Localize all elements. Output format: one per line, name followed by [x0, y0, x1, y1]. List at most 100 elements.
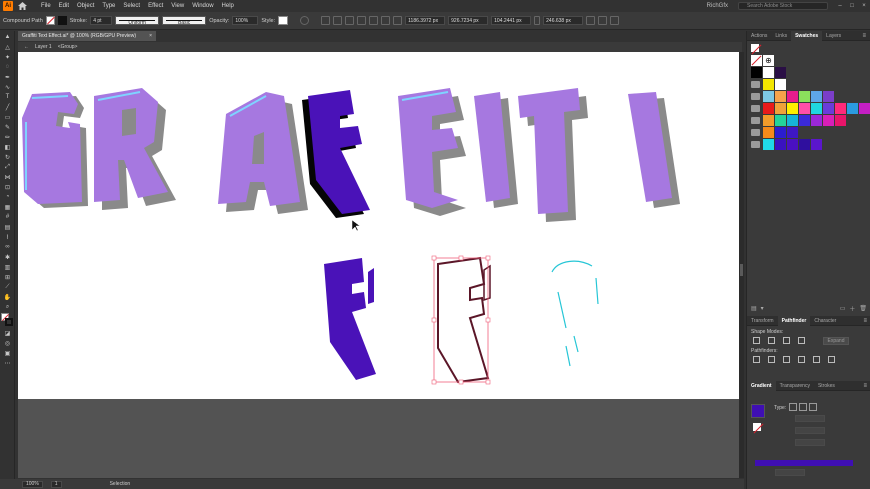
perspective-grid-tool-icon[interactable]: ▦ [2, 203, 13, 211]
letter-R[interactable] [94, 88, 176, 210]
x-field[interactable]: 1186.3972 px [405, 16, 446, 25]
align-left-icon[interactable] [321, 16, 331, 25]
tab-gradient[interactable]: Gradient [747, 380, 776, 391]
swatch[interactable] [799, 91, 810, 102]
transform-icon[interactable] [586, 16, 596, 25]
stroke-color-icon[interactable] [5, 318, 13, 326]
tab-character[interactable]: Character [810, 316, 840, 326]
gradient-slider[interactable] [755, 460, 853, 466]
menu-effect[interactable]: Effect [144, 3, 167, 9]
unite-icon[interactable] [753, 337, 760, 344]
tab-layers[interactable]: Layers [822, 31, 845, 41]
rotate-tool-icon[interactable]: ↻ [2, 153, 13, 161]
show-kinds-icon[interactable]: ▾ [761, 305, 764, 312]
swatch[interactable] [859, 103, 870, 114]
paintbrush-tool-icon[interactable]: ✎ [2, 123, 13, 131]
curvature-tool-icon[interactable]: ∿ [2, 83, 13, 91]
line-tool-icon[interactable]: ╱ [2, 103, 13, 111]
width-field[interactable]: 104.2441 px [491, 16, 532, 25]
stock-search-input[interactable]: Search Adobe Stock [738, 2, 828, 10]
swatch[interactable] [799, 103, 810, 114]
stroke-swatch[interactable] [57, 16, 67, 25]
stroke-weight-field[interactable]: 4 pt [90, 16, 113, 25]
tab-transform[interactable]: Transform [747, 316, 778, 326]
merge-icon[interactable] [783, 356, 790, 363]
swatch[interactable] [775, 103, 786, 114]
swatch[interactable] [799, 115, 810, 126]
swatch[interactable] [763, 115, 774, 126]
menu-object[interactable]: Object [73, 3, 98, 9]
panel-menu-icon[interactable] [610, 16, 620, 25]
gradient-stroke-field[interactable] [795, 415, 825, 422]
scroll-thumb[interactable] [740, 264, 743, 276]
new-swatch-icon[interactable]: ＋ [849, 304, 855, 313]
swatch[interactable] [811, 103, 822, 114]
slice-tool-icon[interactable]: ⟋ [2, 283, 13, 291]
swatch-none[interactable] [751, 55, 762, 66]
minimize-button[interactable]: – [834, 3, 846, 9]
menu-file[interactable]: File [37, 3, 55, 9]
tab-actions[interactable]: Actions [747, 31, 771, 41]
letter-F-second[interactable] [398, 88, 466, 216]
color-group-folder-icon[interactable] [751, 93, 760, 100]
minus-front-icon[interactable] [768, 337, 775, 344]
user-name[interactable]: RichGfx [707, 3, 728, 9]
width-tool-icon[interactable]: ⋈ [2, 173, 13, 181]
swatch[interactable] [787, 91, 798, 102]
tab-pathfinder[interactable]: Pathfinder [777, 315, 811, 326]
swatch[interactable] [763, 91, 774, 102]
scale-tool-icon[interactable]: ⤢ [2, 163, 13, 171]
eraser-tool-icon[interactable]: ◧ [2, 143, 13, 151]
letter-I-last[interactable] [628, 92, 680, 208]
zoom-tool-icon[interactable]: ⌕ [2, 303, 13, 311]
f-outline-layer[interactable] [431, 255, 491, 385]
selection-tool-icon[interactable]: ▲ [2, 33, 13, 41]
back-arrow-icon[interactable]: ← [24, 44, 29, 50]
swatch[interactable] [787, 139, 798, 150]
f-fill-layer[interactable] [324, 258, 376, 380]
artboard-canvas[interactable] [18, 52, 739, 399]
swatch[interactable] [751, 67, 762, 78]
gradient-opacity-field[interactable] [775, 469, 805, 476]
direct-selection-tool-icon[interactable]: △ [2, 43, 13, 51]
color-group-folder-icon[interactable] [751, 129, 760, 136]
outline-icon[interactable] [813, 356, 820, 363]
align-middle-icon[interactable] [369, 16, 379, 25]
letter-T[interactable] [518, 88, 588, 222]
crop-icon[interactable] [798, 356, 805, 363]
align-right-icon[interactable] [345, 16, 355, 25]
gradient-thumbnail[interactable] [751, 404, 765, 418]
swatch[interactable] [775, 79, 786, 90]
swatch[interactable] [787, 103, 798, 114]
panel-menu-icon[interactable]: ≡ [862, 33, 866, 39]
tab-links[interactable]: Links [771, 31, 791, 41]
swatch-libraries-icon[interactable]: ▤ [751, 305, 757, 312]
screen-mode-icon[interactable]: ▣ [2, 349, 13, 357]
isolate-icon[interactable] [598, 16, 608, 25]
align-center-icon[interactable] [333, 16, 343, 25]
swatch[interactable] [775, 139, 786, 150]
drawing-mode-icon[interactable]: ◎ [2, 339, 13, 347]
magic-wand-tool-icon[interactable]: ✦ [2, 53, 13, 61]
swatch[interactable] [823, 115, 834, 126]
variable-width-profile[interactable]: Uniform [115, 16, 160, 26]
maximize-button[interactable]: □ [846, 3, 858, 9]
menu-help[interactable]: Help [218, 3, 238, 9]
hand-tool-icon[interactable]: ✋ [2, 293, 13, 301]
letter-I[interactable] [474, 92, 518, 208]
swatch[interactable] [811, 91, 822, 102]
tab-strokes[interactable]: Strokes [814, 381, 839, 391]
edit-toolbar-icon[interactable]: ⋯ [2, 359, 13, 367]
fill-stroke-widget[interactable] [1, 313, 14, 327]
swatch[interactable] [787, 115, 798, 126]
pencil-tool-icon[interactable]: ✏ [2, 133, 13, 141]
link-icon[interactable] [534, 16, 541, 25]
swatch[interactable] [835, 103, 846, 114]
swatch[interactable] [775, 115, 786, 126]
color-group-folder-icon[interactable] [751, 81, 760, 88]
gradient-angle-field[interactable] [795, 427, 825, 434]
breadcrumb-layer[interactable]: Layer 1 [35, 44, 52, 50]
align-bottom-icon[interactable] [381, 16, 391, 25]
symbol-sprayer-tool-icon[interactable]: ✱ [2, 253, 13, 261]
zoom-field[interactable]: 100% [22, 480, 43, 488]
